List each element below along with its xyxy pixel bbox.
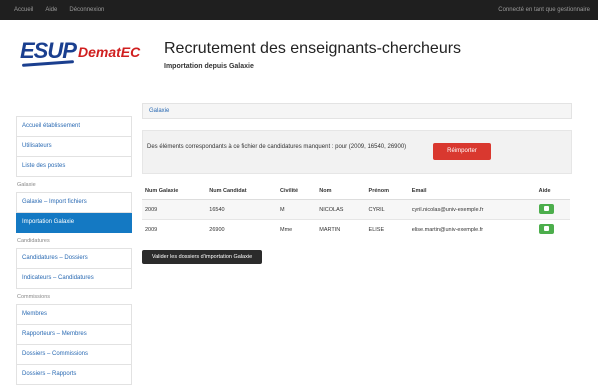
cell-aide [535, 219, 570, 239]
esup-dematec-logo[interactable]: ESUP DematEC [20, 36, 150, 70]
sidebar-item-members[interactable]: Membres [16, 304, 132, 325]
table-row: 2009 26900 Mme MARTIN ELISE elise.martin… [142, 219, 570, 239]
alert-message: Des éléments correspondants à ce fichier… [147, 144, 407, 150]
help-icon-button[interactable] [538, 203, 554, 214]
nav-home-link[interactable]: Accueil [14, 7, 33, 13]
col-civilite: Civilité [276, 182, 317, 200]
help-icon-button[interactable] [538, 223, 554, 234]
sidebar-item-candidatures-stats[interactable]: Indicateurs – Candidatures [16, 269, 132, 289]
cell-num-galaxie: 2009 [142, 199, 207, 220]
cell-num-galaxie: 2009 [142, 219, 207, 239]
cell-num-candidat: 16540 [206, 199, 277, 220]
breadcrumb: Galaxie [142, 103, 572, 119]
missing-elements-alert: Des éléments correspondants à ce fichier… [142, 130, 572, 174]
cell-civilite: Mme [276, 219, 317, 239]
candidates-table: Num Galaxie Num Candidat Civilité Nom Pr… [142, 182, 570, 239]
page-subtitle: Importation depuis Galaxie [164, 63, 254, 70]
cell-num-candidat: 26900 [206, 219, 277, 239]
sidebar-heading-commissions: Commissions [17, 294, 51, 300]
page-title: Recrutement des enseignants-chercheurs [164, 40, 462, 57]
table-row: 2009 16540 M NICOLAS CYRIL cyril.nicolas… [142, 199, 570, 220]
cell-prenom: ELISE [365, 219, 409, 239]
logo-dematec-text: DematEC [78, 44, 141, 60]
cell-nom: MARTIN [316, 219, 366, 239]
cell-email: elise.martin@univ-exemple.fr [408, 219, 536, 239]
col-num-galaxie: Num Galaxie [142, 182, 207, 200]
breadcrumb-galaxie-link[interactable]: Galaxie [149, 104, 169, 118]
cell-civilite: M [276, 199, 317, 220]
cell-nom: NICOLAS [316, 199, 366, 220]
sidebar-item-posts[interactable]: Liste des postes [16, 157, 132, 177]
col-num-candidat: Num Candidat [206, 182, 277, 200]
sidebar-item-home[interactable]: Accueil établissement [16, 116, 132, 137]
cell-prenom: CYRIL [365, 199, 409, 220]
col-prenom: Prénom [365, 182, 409, 200]
top-navbar: Accueil Aide Déconnexion Connecté en tan… [0, 0, 598, 20]
nav-logout-link[interactable]: Déconnexion [69, 7, 104, 13]
sidebar-item-users[interactable]: Utilisateurs [16, 137, 132, 157]
nav-help-link[interactable]: Aide [45, 7, 57, 13]
sidebar-item-galaxie-files[interactable]: Galaxie – Import fichiers [16, 192, 132, 213]
sidebar: Accueil établissement Utilisateurs Liste… [16, 116, 132, 385]
validate-import-button[interactable]: Valider les dossiers d'importation Galax… [142, 250, 262, 264]
table-header-row: Num Galaxie Num Candidat Civilité Nom Pr… [142, 182, 570, 200]
col-aide: Aide [535, 182, 570, 200]
sidebar-item-commission-files[interactable]: Dossiers – Commissions [16, 345, 132, 365]
col-nom: Nom [316, 182, 366, 200]
sidebar-item-reports[interactable]: Dossiers – Rapports [16, 365, 132, 385]
sidebar-item-galaxie-import[interactable]: Importation Galaxie [16, 213, 132, 233]
sidebar-item-rapporteurs[interactable]: Rapporteurs – Membres [16, 325, 132, 345]
logged-user-text: Connecté en tant que gestionnaire [498, 7, 590, 13]
reimport-button[interactable]: Réimporter [433, 143, 491, 160]
top-nav: Accueil Aide Déconnexion [14, 0, 104, 20]
col-email: Email [408, 182, 536, 200]
sidebar-heading-galaxie: Galaxie [17, 182, 36, 188]
cell-aide [535, 199, 570, 220]
sidebar-item-candidatures-files[interactable]: Candidatures – Dossiers [16, 248, 132, 269]
sidebar-heading-candidatures: Candidatures [17, 238, 50, 244]
cell-email: cyril.nicolas@univ-exemple.fr [408, 199, 536, 220]
